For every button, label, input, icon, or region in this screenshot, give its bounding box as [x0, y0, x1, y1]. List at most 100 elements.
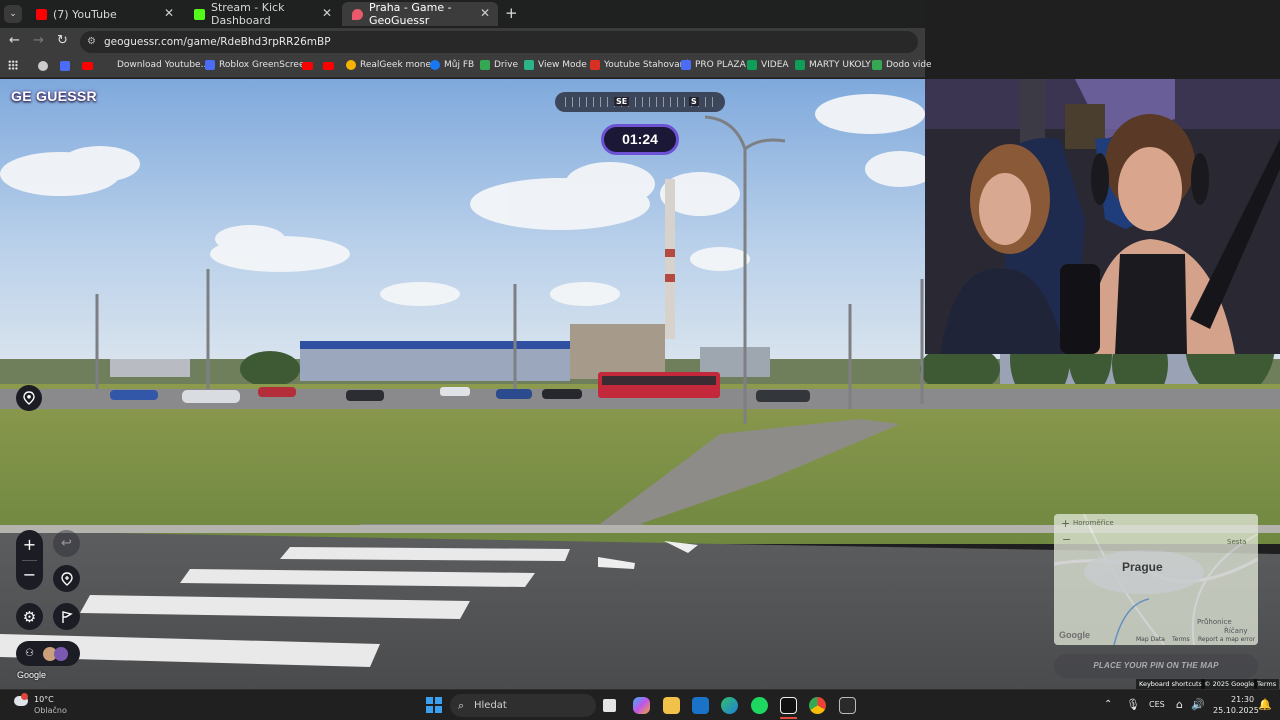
keyboard-shortcuts-link[interactable]: Keyboard shortcuts — [1136, 679, 1205, 689]
map-zoom-in-button[interactable]: + — [1061, 517, 1070, 530]
zoom-in-button[interactable]: + — [16, 532, 43, 558]
drive-icon — [872, 60, 882, 70]
facebook-icon — [430, 60, 440, 70]
reload-icon[interactable]: ↻ — [57, 33, 68, 48]
search-icon: ⌕ — [458, 699, 465, 712]
epic-games-icon[interactable] — [839, 697, 856, 714]
flag-icon — [61, 610, 73, 623]
notification-badge — [21, 693, 28, 700]
apps-grid-icon[interactable] — [8, 60, 18, 70]
webcam-image — [925, 79, 1280, 354]
bookmark-youtube-icon[interactable] — [302, 62, 313, 70]
map-footer-link[interactable]: Report a map error — [1198, 636, 1255, 643]
map-place-label: Průhonice — [1197, 618, 1232, 626]
file-explorer-icon[interactable] — [663, 697, 680, 714]
map-place-label: Sesta — [1227, 538, 1247, 546]
gear-icon: ⚙ — [22, 607, 37, 626]
bookmark-item[interactable]: Youtube Stahovaní — [590, 60, 688, 70]
settings-button[interactable]: ⚙ — [16, 603, 43, 630]
language-indicator[interactable]: CES — [1149, 700, 1165, 709]
people-icon: ⚇ — [25, 648, 34, 659]
clock-date[interactable]: 25.10.2025 — [1213, 706, 1259, 715]
bookmark-item[interactable]: Drive — [480, 60, 518, 70]
checkpoint-button[interactable] — [53, 565, 80, 592]
map-place-label: Horoměřice — [1073, 519, 1114, 527]
bookmark-item[interactable]: VIDEA — [747, 60, 789, 70]
address-bar: ← → ↻ ⚙ geoguessr.com/game/RdeBhd3rpRR26… — [0, 28, 925, 56]
view-mode-icon — [524, 60, 534, 70]
bookmark-item[interactable]: Roblox GreenScreen — [205, 60, 310, 70]
map-footer-link[interactable]: Terms — [1172, 636, 1190, 643]
bookmark-youtube-icon[interactable] — [323, 62, 334, 70]
map-city-label: Prague — [1122, 560, 1163, 574]
close-tab-icon[interactable]: ✕ — [480, 6, 490, 20]
map-zoom-out-button[interactable]: − — [1062, 533, 1071, 546]
task-view-icon[interactable] — [603, 699, 616, 712]
back-icon[interactable]: ← — [9, 33, 20, 48]
outlook-icon[interactable] — [692, 697, 709, 714]
bookmark-item[interactable]: PRO PLAZA — [681, 60, 746, 70]
terms-link[interactable]: Terms — [1254, 679, 1280, 689]
clock-time[interactable]: 21:30 — [1231, 695, 1254, 704]
avatar — [53, 646, 68, 661]
tab-kick-dashboard[interactable]: Stream - Kick Dashboard ✕ — [184, 1, 340, 27]
tab-youtube[interactable]: (7) YouTube ✕ — [26, 2, 182, 26]
copilot-icon[interactable] — [633, 697, 650, 714]
bookmark-item[interactable]: Dodo vide — [872, 60, 932, 70]
chevron-up-icon[interactable]: ⌃ — [1104, 699, 1112, 710]
youtube-icon — [36, 8, 47, 20]
tab-title: (7) YouTube — [53, 7, 117, 21]
map-place-label: Říčany — [1224, 627, 1248, 635]
bookmark-item[interactable]: RealGeek money — [346, 60, 436, 70]
guess-minimap[interactable]: + − Horoměřice Sesta Prague Průhonice Ří… — [1054, 514, 1258, 645]
tab-geoguessr[interactable]: Praha - Game - GeoGuessr ✕ — [342, 1, 498, 27]
site-info-icon[interactable]: ⚙ — [87, 31, 96, 53]
undo-move-button[interactable]: ↩ — [53, 530, 80, 557]
close-tab-icon[interactable]: ✕ — [164, 6, 174, 20]
bookmark-item[interactable]: MARTY UKOLY — [795, 60, 871, 70]
network-icon[interactable]: ⌂ — [1176, 698, 1183, 711]
map-footer-link[interactable]: Map Data — [1136, 636, 1165, 643]
map-pin-icon — [352, 8, 363, 20]
notifications-icon[interactable]: 🔔 — [1258, 698, 1272, 711]
compass: SE S — [555, 92, 725, 112]
taskbar-search-input[interactable]: ⌕ Hledat — [450, 694, 596, 717]
bookmark-icon — [205, 60, 215, 70]
weather-description: Oblačno — [34, 706, 67, 715]
zoom-divider — [22, 560, 37, 561]
place-pin-button[interactable]: PLACE YOUR PIN ON THE MAP — [1054, 654, 1258, 678]
bookmark-item[interactable]: View Mode — [524, 60, 587, 70]
bookmark-globe-icon[interactable] — [38, 61, 48, 71]
windows-taskbar: 10°C Oblačno ⌕ Hledat ⌃ 🎙 CES ⌂ 🔊 21:30 … — [0, 689, 1280, 720]
spotify-icon[interactable] — [751, 697, 768, 714]
volume-icon[interactable]: 🔊 — [1191, 698, 1205, 711]
bookmark-item[interactable]: Můj FB — [430, 60, 474, 70]
undo-icon: ↩ — [61, 536, 72, 551]
url-input[interactable]: ⚙ geoguessr.com/game/RdeBhd3rpRR26mBP — [80, 31, 918, 53]
weather-temperature: 10°C — [34, 695, 54, 704]
tab-list-dropdown-icon[interactable]: ⌄ — [4, 5, 22, 23]
new-tab-button[interactable]: + — [505, 4, 518, 22]
copyright-text: © 2025 Google — [1201, 679, 1258, 689]
chrome-icon[interactable] — [809, 697, 826, 714]
location-pin-icon — [23, 391, 35, 405]
microphone-icon[interactable]: 🎙 — [1126, 698, 1140, 711]
close-tab-icon[interactable]: ✕ — [322, 6, 332, 20]
sheets-icon — [795, 60, 805, 70]
party-members-button[interactable]: ⚇ — [16, 641, 80, 666]
forward-icon[interactable]: → — [33, 33, 44, 48]
active-app-indicator — [780, 717, 797, 719]
capcut-icon[interactable] — [780, 697, 797, 714]
bookmarks-bar: Download Youtube... Roblox GreenScreen R… — [0, 56, 932, 78]
tab-title: Stream - Kick Dashboard — [211, 1, 285, 27]
bookmark-item[interactable]: Download Youtube... — [117, 60, 209, 70]
edge-icon[interactable] — [721, 697, 738, 714]
return-to-start-button[interactable] — [16, 385, 42, 411]
start-button[interactable] — [426, 697, 442, 713]
map-google-logo: Google — [1059, 630, 1090, 640]
bookmark-app-icon[interactable] — [60, 61, 70, 71]
flag-button[interactable] — [53, 603, 80, 630]
zoom-out-button[interactable]: − — [16, 562, 43, 588]
bookmark-youtube-icon[interactable] — [82, 62, 93, 70]
bookmark-icon — [681, 60, 691, 70]
